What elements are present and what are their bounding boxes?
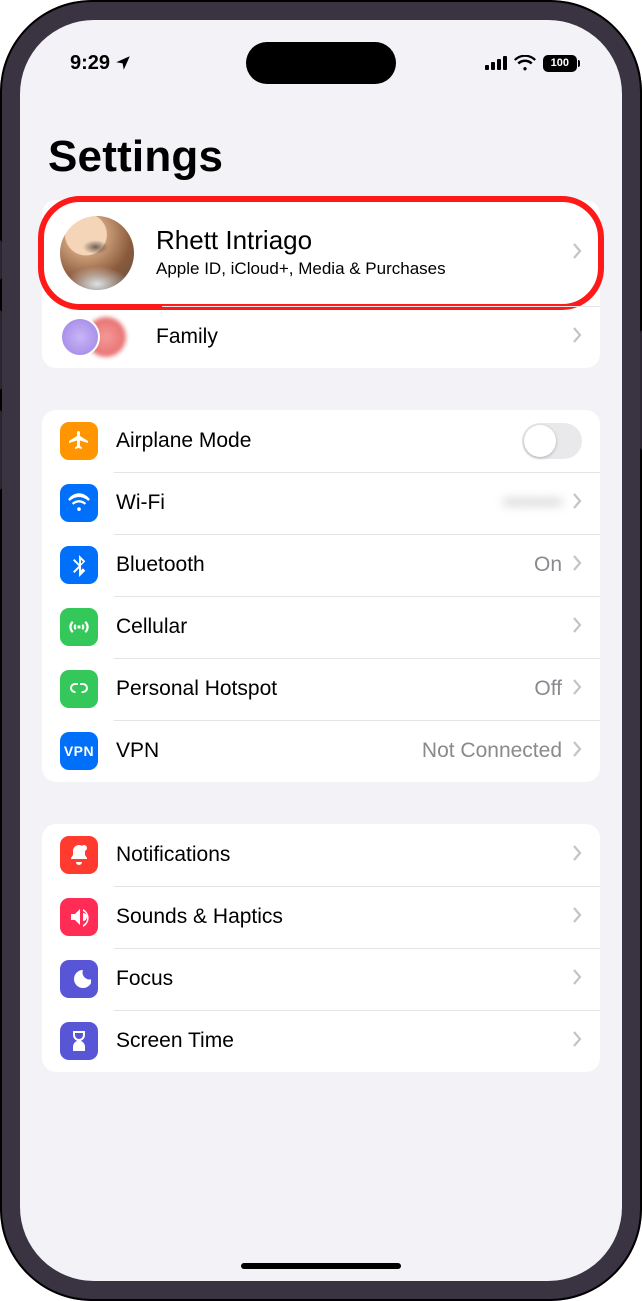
chevron-icon [572, 243, 582, 264]
airplane-toggle[interactable] [522, 423, 582, 459]
bluetooth-row[interactable]: Bluetooth On [42, 534, 600, 596]
vpn-row[interactable]: VPN VPN Not Connected [42, 720, 600, 782]
home-indicator[interactable] [241, 1263, 401, 1269]
chevron-icon [572, 327, 582, 348]
wifi-row[interactable]: Wi-Fi •••••••• [42, 472, 600, 534]
focus-label: Focus [116, 967, 572, 991]
vpn-value: Not Connected [422, 739, 562, 763]
hotspot-icon [60, 670, 98, 708]
chevron-icon [572, 679, 582, 700]
bluetooth-label: Bluetooth [116, 553, 534, 577]
avatar [60, 216, 134, 290]
chevron-icon [572, 493, 582, 514]
battery-level: 100 [551, 57, 569, 69]
bluetooth-value: On [534, 553, 562, 577]
wifi-icon [514, 55, 536, 71]
chevron-icon [572, 617, 582, 638]
family-label: Family [156, 325, 572, 349]
iphone-frame: 9:29 100 Settings [0, 0, 642, 1301]
screentime-label: Screen Time [116, 1029, 572, 1053]
hotspot-value: Off [534, 677, 562, 701]
page-title: Settings [42, 90, 600, 200]
hotspot-label: Personal Hotspot [116, 677, 534, 701]
sounds-row[interactable]: Sounds & Haptics [42, 886, 600, 948]
status-time: 9:29 [70, 52, 110, 75]
chevron-icon [572, 969, 582, 990]
focus-row[interactable]: Focus [42, 948, 600, 1010]
wifi-label: Wi-Fi [116, 491, 503, 515]
profile-group: Rhett Intriago Apple ID, iCloud+, Media … [42, 200, 600, 368]
chevron-icon [572, 907, 582, 928]
cellular-icon [485, 56, 507, 70]
side-button [0, 240, 2, 280]
apple-id-row[interactable]: Rhett Intriago Apple ID, iCloud+, Media … [42, 200, 600, 306]
vpn-icon: VPN [60, 732, 98, 770]
dynamic-island [246, 42, 396, 84]
airplane-mode-row[interactable]: Airplane Mode [42, 410, 600, 472]
battery-indicator: 100 [543, 55, 580, 72]
location-icon [114, 54, 132, 72]
sounds-label: Sounds & Haptics [116, 905, 572, 929]
hotspot-row[interactable]: Personal Hotspot Off [42, 658, 600, 720]
vpn-label: VPN [116, 739, 422, 763]
screentime-row[interactable]: Screen Time [42, 1010, 600, 1072]
chevron-icon [572, 741, 582, 762]
profile-name: Rhett Intriago [156, 226, 572, 256]
notifications-row[interactable]: Notifications [42, 824, 600, 886]
wifi-value: •••••••• [503, 491, 562, 515]
airplane-label: Airplane Mode [116, 429, 522, 453]
family-row[interactable]: Family [42, 306, 600, 368]
notifications-icon [60, 836, 98, 874]
system-group: Notifications Sounds & Haptics Focus [42, 824, 600, 1072]
chevron-icon [572, 845, 582, 866]
screen: 9:29 100 Settings [20, 20, 622, 1281]
screentime-icon [60, 1022, 98, 1060]
notifications-label: Notifications [116, 843, 572, 867]
cellular-icon [60, 608, 98, 646]
profile-subtitle: Apple ID, iCloud+, Media & Purchases [156, 258, 456, 279]
side-button [0, 310, 2, 390]
wifi-row-icon [60, 484, 98, 522]
cellular-label: Cellular [116, 615, 572, 639]
cellular-row[interactable]: Cellular [42, 596, 600, 658]
family-avatars [60, 317, 134, 357]
bluetooth-icon [60, 546, 98, 584]
chevron-icon [572, 1031, 582, 1052]
airplane-icon [60, 422, 98, 460]
network-group: Airplane Mode Wi-Fi •••••••• Bluetooth [42, 410, 600, 782]
focus-icon [60, 960, 98, 998]
side-button [0, 410, 2, 490]
chevron-icon [572, 555, 582, 576]
sounds-icon [60, 898, 98, 936]
